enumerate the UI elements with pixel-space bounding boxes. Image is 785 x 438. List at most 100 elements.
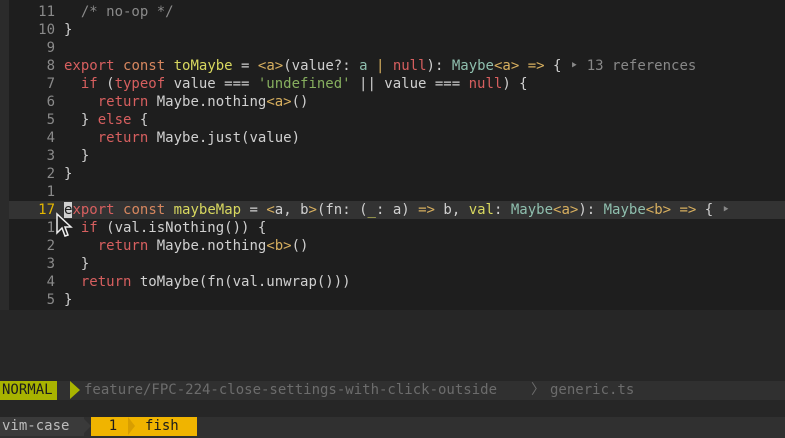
code-token: } [64, 22, 73, 38]
mode-separator-arrow [70, 381, 80, 399]
line-code[interactable]: } [64, 255, 89, 273]
line-code[interactable]: if (val.isNothing()) { [64, 219, 266, 237]
code-token: Maybe [451, 58, 494, 74]
vim-statusline: NORMAL feature/FPC-224-close-settings-wi… [0, 381, 785, 400]
code-line[interactable]: 2 return Maybe.nothing<b>() [9, 237, 785, 255]
code-token: (value?: [283, 58, 360, 74]
code-token: (fn: ( [316, 202, 368, 218]
line-code[interactable]: } [64, 291, 72, 309]
code-token: if [80, 76, 98, 92]
code-line[interactable]: 4 return toMaybe(fn(val.unwrap())) [9, 273, 785, 291]
window-separator-arrow [187, 417, 197, 435]
code-token: Maybe.just(value) [148, 130, 301, 146]
code-token: : a) [375, 202, 419, 218]
code-line[interactable]: 1 if (val.isNothing()) { [9, 219, 785, 237]
code-token: toMaybe [173, 58, 233, 74]
line-number: 2 [46, 238, 55, 254]
line-number: 2 [46, 166, 55, 182]
code-line[interactable]: 5} [9, 291, 785, 309]
code-token: } [64, 166, 73, 182]
code-line[interactable]: 8 export const toMaybe = <a>(value?: a | … [9, 57, 785, 75]
line-code[interactable]: export const maybeMap = <a, b>(fn: (_: a… [64, 201, 730, 219]
code-line[interactable]: 3 } [9, 255, 785, 273]
code-token: => [527, 58, 545, 74]
line-code[interactable]: } [64, 21, 72, 39]
line-code[interactable]: } [64, 165, 72, 183]
code-token: <a> [266, 94, 292, 110]
line-code[interactable]: if (typeof value === 'undefined' || valu… [64, 75, 528, 93]
code-token: = [241, 202, 267, 218]
code-token: ): [578, 202, 604, 218]
code-line[interactable]: 9 [9, 39, 785, 57]
sign-column [0, 0, 9, 310]
code-token: value === [165, 76, 258, 92]
line-number: 1 [46, 220, 55, 236]
code-token: () [291, 238, 309, 254]
editor-pane[interactable]: 11 /* no-op */10} 9 8 export const toMaybe … [0, 0, 785, 310]
line-number: 6 [46, 94, 55, 110]
line-number: 9 [46, 40, 55, 56]
virtual-text-hint: ‣ [721, 202, 731, 218]
breadcrumb-separator-icon: 〉 [531, 382, 545, 398]
code-token: null [392, 58, 427, 74]
line-code[interactable]: } [64, 147, 89, 165]
code-token: : [494, 202, 511, 218]
code-line[interactable]: 5 } else { [9, 111, 785, 129]
virtual-text-hint: ‣ 13 references [569, 58, 697, 74]
code-token: ): [426, 58, 452, 74]
line-code[interactable]: return Maybe.just(value) [64, 129, 300, 147]
line-number: 10 [38, 22, 55, 38]
line-number: 8 [46, 58, 55, 74]
tmux-statusbar: vim-case 1 fish [0, 417, 785, 438]
code-token: <b> [645, 202, 672, 218]
code-token: const [123, 58, 166, 74]
code-token: const [123, 202, 166, 218]
code-token: || value === [350, 76, 469, 92]
line-code[interactable]: return toMaybe(fn(val.unwrap())) [64, 273, 351, 291]
code-token: ) { [502, 76, 528, 92]
code-line[interactable]: 4 return Maybe.just(value) [9, 129, 785, 147]
code-token: <a> [494, 58, 520, 74]
git-branch: feature/FPC-224-close-settings-with-clic… [84, 382, 498, 398]
line-code[interactable]: export const toMaybe = <a>(value?: a | n… [64, 57, 696, 75]
line-number: 3 [46, 148, 55, 164]
code-token: => [679, 202, 697, 218]
code-line[interactable]: 2} [9, 165, 785, 183]
code-token: xport [72, 202, 115, 218]
code-token: < [266, 202, 275, 218]
line-code[interactable]: } else { [64, 111, 148, 129]
code-token: return [97, 130, 149, 146]
code-line[interactable]: 3 } [9, 147, 785, 165]
code-token: { [544, 58, 570, 74]
code-token: typeof [114, 76, 166, 92]
line-code[interactable]: /* no-op */ [64, 3, 174, 21]
code-token: a, b [274, 202, 309, 218]
code-line[interactable]: 6 return Maybe.nothing<a>() [9, 93, 785, 111]
code-token: } [64, 148, 90, 164]
code-token: } [64, 256, 90, 272]
code-token: val [468, 202, 494, 218]
code-token: Maybe.nothing [148, 238, 267, 254]
code-line-current[interactable]: 17 export const maybeMap = <a, b>(fn: (_:… [9, 201, 785, 219]
line-code[interactable]: return Maybe.nothing<b>() [64, 237, 309, 255]
line-number: 4 [46, 274, 55, 290]
code-line[interactable]: 10} [9, 21, 785, 39]
code-token: { [696, 202, 722, 218]
mouse-cursor-icon [56, 212, 73, 237]
code-line[interactable]: 1 [9, 183, 785, 201]
code-token: a [359, 58, 368, 74]
code-line[interactable]: 7 if (typeof value === 'undefined' || va… [9, 75, 785, 93]
tmux-session-name: vim-case [0, 417, 84, 436]
code-token: <a> [257, 58, 284, 74]
line-code[interactable]: return Maybe.nothing<a>() [64, 93, 309, 111]
line-number: 5 [46, 292, 55, 308]
code-token: () [291, 94, 309, 110]
line-number: 1 [46, 184, 55, 200]
session-separator-arrow [82, 417, 91, 435]
code-line[interactable]: 11 /* no-op */ [9, 3, 785, 21]
